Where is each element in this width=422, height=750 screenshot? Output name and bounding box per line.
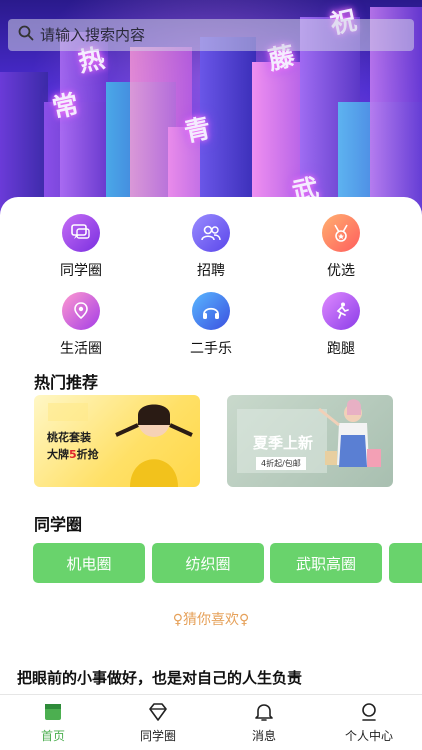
category-jobs[interactable]: 招聘 [156, 214, 266, 280]
circles-section-title: 同学圈 [34, 515, 83, 534]
search-bar[interactable] [8, 19, 414, 51]
circle-chip[interactable]: 机电圈 [33, 543, 145, 583]
runner-icon [322, 292, 360, 330]
promo-banner-summer[interactable]: 夏季上新 4折起/包邮 [227, 395, 393, 487]
home-icon [42, 701, 64, 723]
hot-section-title: 热门推荐 [34, 373, 99, 392]
circle-chip[interactable]: 纺织圈 [152, 543, 264, 583]
promo-text: 桃花套装 大牌5折抢 [47, 429, 99, 463]
promo-line2-prefix: 大牌 [47, 448, 69, 461]
promo-line2: 大牌5折抢 [47, 446, 99, 463]
tab-home[interactable]: 首页 [3, 701, 103, 744]
tab-label: 同学圈 [139, 729, 176, 743]
medal-icon [322, 214, 360, 252]
category-label: 跑腿 [327, 341, 355, 357]
category-life[interactable]: 生活圈 [26, 292, 136, 358]
promo-discount: 5 [69, 448, 77, 461]
search-input[interactable] [40, 21, 400, 49]
circle-chips-row: 机电圈 纺织圈 武职高圈 [33, 543, 422, 583]
category-secondhand[interactable]: 二手乐 [156, 292, 266, 358]
category-label: 同学圈 [60, 263, 102, 279]
people-icon [192, 214, 230, 252]
category-label: 优选 [327, 263, 355, 279]
search-icon [18, 25, 34, 45]
tab-messages[interactable]: 消息 [214, 701, 314, 744]
circle-chip[interactable]: 武职高圈 [270, 543, 382, 583]
content-sheet: 同学圈 招聘 优选 生活圈 二手乐 跑腿 热门推荐 桃花套装 大牌5折抢 夏季上… [0, 197, 422, 694]
category-select[interactable]: 优选 [286, 214, 396, 280]
motto-text: 把眼前的小事做好，也是对自己的人生负责 [17, 669, 303, 687]
bottom-tab-bar: 首页 同学圈 消息 个人中心 [0, 694, 422, 750]
category-classmates[interactable]: 同学圈 [26, 214, 136, 280]
circle-chip[interactable] [389, 543, 422, 583]
diamond-icon [147, 701, 169, 723]
tab-profile[interactable]: 个人中心 [319, 701, 419, 744]
category-errands[interactable]: 跑腿 [286, 292, 396, 358]
tab-label: 首页 [40, 729, 65, 743]
tab-classmates[interactable]: 同学圈 [108, 701, 208, 744]
headphones-icon [192, 292, 230, 330]
category-label: 生活圈 [60, 341, 102, 357]
bell-icon [253, 701, 275, 723]
promo-line1: 桃花套装 [47, 431, 91, 444]
tab-label: 个人中心 [344, 729, 393, 743]
chat-bubbles-icon [62, 214, 100, 252]
location-pin-icon [62, 292, 100, 330]
person-icon [358, 701, 380, 723]
promo-line2-suffix: 折抢 [76, 448, 99, 461]
promo-title: 夏季上新 [253, 434, 314, 452]
category-label: 二手乐 [190, 341, 232, 357]
category-label: 招聘 [197, 263, 225, 279]
promo-banner-peach[interactable]: 桃花套装 大牌5折抢 [34, 395, 200, 487]
guess-you-like-title: ♀猜你喜欢♀ [172, 612, 250, 628]
promo-subtitle: 4折起/包邮 [256, 457, 306, 470]
tab-label: 消息 [251, 729, 276, 743]
